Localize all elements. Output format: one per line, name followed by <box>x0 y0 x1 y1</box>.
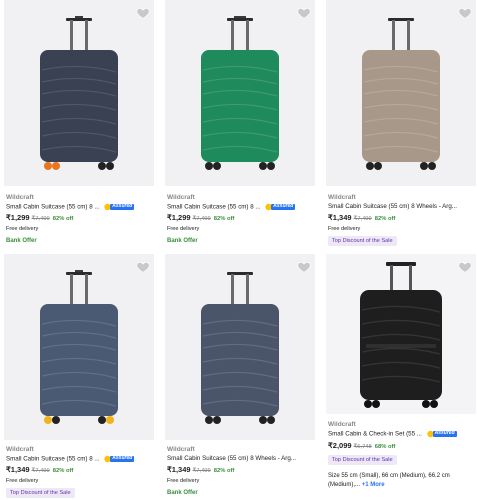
product-title-text: Small Cabin Suitcase (55 cm) 8 Wheels - … <box>167 455 296 462</box>
product-mrp: ₹7,499 <box>31 468 50 474</box>
product-price: ₹2,099 <box>328 441 352 450</box>
product-price: ₹1,299 <box>167 213 191 222</box>
product-mrp: ₹7,499 <box>192 468 211 474</box>
assured-badge-icon: Assured <box>104 203 135 211</box>
product-title[interactable]: Small Cabin Suitcase (55 cm) 8 ... Assur… <box>167 203 296 211</box>
product-brand: Wildcraft <box>167 194 195 201</box>
delivery-info: Free delivery <box>167 478 200 484</box>
price-row: ₹1,299 ₹7,499 82% off <box>6 213 73 222</box>
product-discount: 82% off <box>52 468 74 474</box>
product-discount: 82% off <box>374 216 396 222</box>
product-title[interactable]: Small Cabin Suitcase (55 cm) 8 Wheels - … <box>167 455 296 462</box>
product-price: ₹1,349 <box>6 465 30 474</box>
assured-badge-icon: Assured <box>104 455 135 463</box>
product-discount: 82% off <box>213 468 235 474</box>
assured-badge-icon: Assured <box>265 203 296 211</box>
product-mrp: ₹7,499 <box>353 216 372 222</box>
product-price: ₹1,349 <box>167 465 191 474</box>
product-image[interactable] <box>165 254 315 440</box>
product-title-text: Small Cabin Suitcase (55 cm) 8 ... <box>6 203 100 211</box>
suitcase-image <box>40 16 118 170</box>
product-image[interactable] <box>326 254 476 414</box>
product-card[interactable]: Wildcraft Small Cabin Suitcase (55 cm) 8… <box>4 0 154 250</box>
product-discount: 82% off <box>52 216 74 222</box>
wishlist-heart-icon[interactable] <box>136 260 150 274</box>
product-card[interactable]: Wildcraft Small Cabin Suitcase (55 cm) 8… <box>326 0 476 250</box>
product-title-text: Small Cabin Suitcase (55 cm) 8 ... <box>6 455 100 463</box>
price-row: ₹1,349 ₹7,499 82% off <box>167 465 234 474</box>
suitcase-image <box>360 262 442 408</box>
suitcase-image <box>40 270 118 424</box>
suitcase-image <box>201 272 279 424</box>
product-brand: Wildcraft <box>6 194 34 201</box>
product-brand: Wildcraft <box>328 421 356 428</box>
product-mrp: ₹6,748 <box>353 444 372 450</box>
product-title[interactable]: Small Cabin & Check-in Set (55 ... Assur… <box>328 430 457 438</box>
product-title[interactable]: Small Cabin Suitcase (55 cm) 8 ... Assur… <box>6 455 135 463</box>
product-card[interactable]: Wildcraft Small Cabin & Check-in Set (55… <box>326 254 476 500</box>
product-title[interactable]: Small Cabin Suitcase (55 cm) 8 ... Assur… <box>6 203 135 211</box>
product-grid: Wildcraft Small Cabin Suitcase (55 cm) 8… <box>0 0 477 500</box>
product-card[interactable]: Wildcraft Small Cabin Suitcase (55 cm) 8… <box>165 254 315 500</box>
product-discount: 68% off <box>374 444 396 450</box>
product-card[interactable]: Wildcraft Small Cabin Suitcase (55 cm) 8… <box>165 0 315 250</box>
delivery-info: Free delivery <box>6 478 39 484</box>
product-image[interactable] <box>165 0 315 186</box>
bank-offer-label: Bank Offer <box>167 238 198 244</box>
price-row: ₹1,349 ₹7,499 82% off <box>328 213 395 222</box>
product-title[interactable]: Small Cabin Suitcase (55 cm) 8 Wheels - … <box>328 203 457 210</box>
product-title-text: Small Cabin & Check-in Set (55 ... <box>328 430 422 438</box>
top-discount-badge: Top Discount of the Sale <box>328 455 397 465</box>
product-image[interactable] <box>4 0 154 186</box>
wishlist-heart-icon[interactable] <box>458 6 472 20</box>
product-mrp: ₹7,499 <box>31 216 50 222</box>
wishlist-heart-icon[interactable] <box>136 6 150 20</box>
delivery-info: Free delivery <box>328 226 361 232</box>
bank-offer-label: Bank Offer <box>167 490 198 496</box>
product-price: ₹1,299 <box>6 213 30 222</box>
assured-badge-icon: Assured <box>426 430 457 438</box>
price-row: ₹2,099 ₹6,748 68% off <box>328 441 395 450</box>
product-image[interactable] <box>326 0 476 186</box>
delivery-info: Free delivery <box>6 226 39 232</box>
product-price: ₹1,349 <box>328 213 352 222</box>
product-discount: 82% off <box>213 216 235 222</box>
top-discount-badge: Top Discount of the Sale <box>6 488 75 498</box>
product-brand: Wildcraft <box>167 446 195 453</box>
wishlist-heart-icon[interactable] <box>297 6 311 20</box>
bank-offer-label: Bank Offer <box>6 238 37 244</box>
price-row: ₹1,349 ₹7,499 82% off <box>6 465 73 474</box>
product-brand: Wildcraft <box>328 194 356 201</box>
size-options: Size 55 cm (Small), 66 cm (Medium), 66.2… <box>328 472 476 490</box>
delivery-info: Free delivery <box>167 226 200 232</box>
wishlist-heart-icon[interactable] <box>297 260 311 274</box>
wishlist-heart-icon[interactable] <box>458 260 472 274</box>
more-sizes-link[interactable]: +1 More <box>362 482 385 488</box>
product-card[interactable]: Wildcraft Small Cabin Suitcase (55 cm) 8… <box>4 254 154 500</box>
product-title-text: Small Cabin Suitcase (55 cm) 8 ... <box>167 203 261 211</box>
suitcase-image <box>362 18 440 170</box>
top-discount-badge: Top Discount of the Sale <box>328 236 397 246</box>
suitcase-image <box>201 16 279 170</box>
product-brand: Wildcraft <box>6 446 34 453</box>
product-image[interactable] <box>4 254 154 440</box>
size-options-text: Size 55 cm (Small), 66 cm (Medium), 66.2… <box>328 473 450 488</box>
product-mrp: ₹7,499 <box>192 216 211 222</box>
price-row: ₹1,299 ₹7,499 82% off <box>167 213 234 222</box>
product-title-text: Small Cabin Suitcase (55 cm) 8 Wheels - … <box>328 203 457 210</box>
